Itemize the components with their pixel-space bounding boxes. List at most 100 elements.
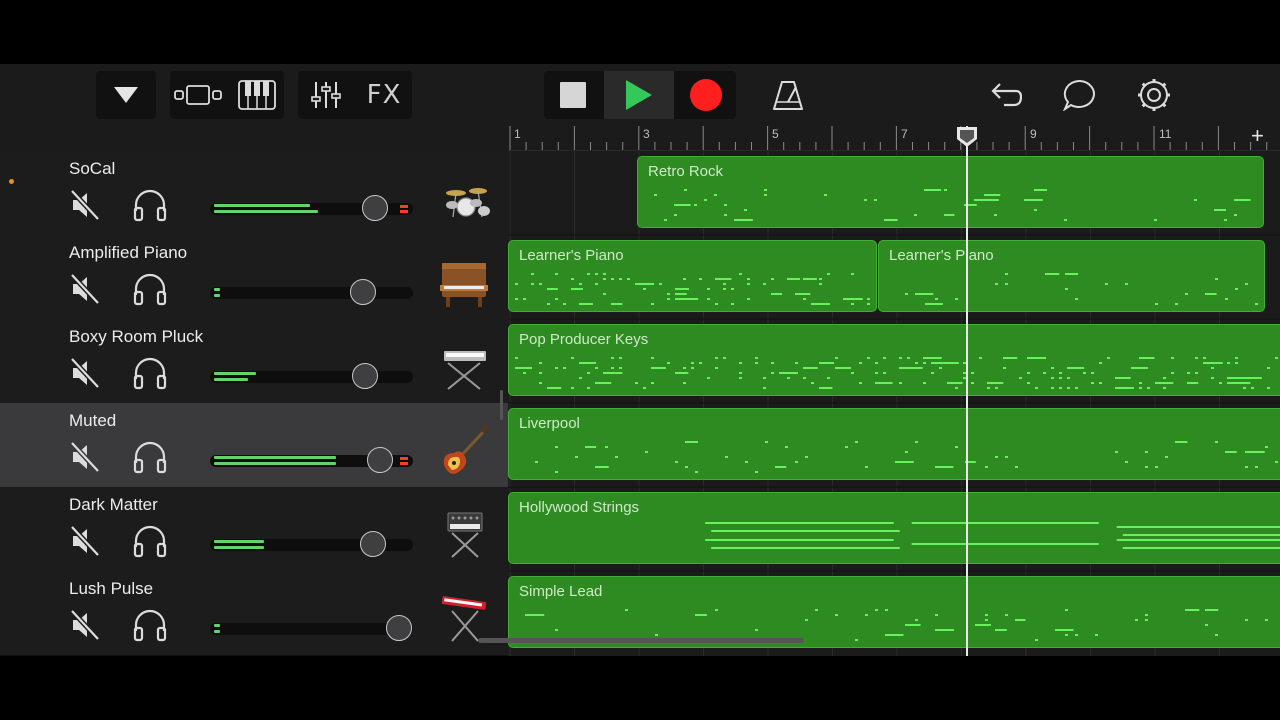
midi-note: [1035, 639, 1038, 641]
solo-button[interactable]: [132, 523, 168, 559]
midi-note: [675, 293, 687, 295]
midi-note: [955, 362, 958, 364]
track-header-lush-pulse[interactable]: Lush Pulse: [0, 571, 508, 656]
tracks-view-button[interactable]: [170, 71, 226, 119]
midi-note: [547, 303, 550, 305]
midi-note: [1165, 456, 1168, 458]
region-hollywood-strings[interactable]: Hollywood Strings: [508, 492, 1280, 564]
midi-note: [803, 367, 818, 369]
volume-knob[interactable]: [360, 531, 386, 557]
solo-button[interactable]: [132, 355, 168, 391]
midi-note: [1245, 283, 1248, 285]
timeline-ruler[interactable]: 1 3 5 7 9 11 +: [508, 123, 1280, 151]
midi-note: [1065, 609, 1068, 611]
midi-note: [539, 382, 542, 384]
horizontal-scroll-indicator[interactable]: [478, 638, 804, 643]
midi-note: [539, 372, 542, 374]
track-menu-button[interactable]: [96, 71, 156, 119]
loop-browser-button[interactable]: [1052, 71, 1108, 119]
mute-button[interactable]: [68, 355, 104, 391]
playhead-handle[interactable]: [955, 126, 979, 148]
track-header-muted[interactable]: Muted: [0, 403, 508, 488]
vertical-scroll-indicator[interactable]: [500, 390, 503, 420]
track-header-dark-matter[interactable]: Dark Matter: [0, 487, 508, 572]
region-pop-producer-keys[interactable]: Pop Producer Keys: [508, 324, 1280, 396]
undo-button[interactable]: [978, 71, 1034, 119]
midi-note: [1275, 461, 1278, 463]
volume-slider[interactable]: [210, 363, 413, 389]
mute-button[interactable]: [68, 439, 104, 475]
volume-slider[interactable]: [210, 447, 413, 473]
volume-knob[interactable]: [352, 363, 378, 389]
solo-button[interactable]: [132, 607, 168, 643]
midi-note: [1015, 619, 1026, 621]
midi-note: [739, 377, 742, 379]
volume-slider[interactable]: [210, 531, 413, 557]
midi-note: [865, 466, 868, 468]
settings-button[interactable]: [1126, 71, 1182, 119]
midi-note: [1187, 382, 1199, 384]
solo-button[interactable]: [132, 439, 168, 475]
midi-note: [707, 288, 710, 290]
midi-note: [571, 357, 574, 359]
headphones-icon: [133, 189, 167, 222]
midi-note: [907, 357, 910, 359]
midi-note: [947, 382, 963, 384]
region-liverpool[interactable]: Liverpool: [508, 408, 1280, 480]
region-notes: [535, 441, 1278, 473]
region-retro-rock[interactable]: Retro Rock: [637, 156, 1264, 228]
midi-note: [747, 283, 750, 285]
mute-button[interactable]: [68, 523, 104, 559]
region-learners-piano[interactable]: Learner's Piano: [508, 240, 877, 312]
tracks-area[interactable]: Retro Rock Learner's Piano Learner's Pia…: [508, 151, 1280, 656]
keyboard-view-button[interactable]: [230, 71, 284, 119]
solo-button[interactable]: [132, 271, 168, 307]
midi-note: [1211, 367, 1214, 369]
metronome-button[interactable]: [760, 71, 816, 119]
midi-note: [747, 278, 750, 280]
solo-button[interactable]: [132, 187, 168, 223]
record-button[interactable]: [676, 71, 736, 119]
play-button[interactable]: [604, 71, 674, 119]
midi-note: [1145, 466, 1148, 468]
volume-knob[interactable]: [367, 447, 393, 473]
midi-note: [715, 357, 718, 359]
midi-note: [515, 298, 518, 300]
region-learners-piano-2[interactable]: Learner's Piano: [878, 240, 1265, 312]
mute-button[interactable]: [68, 607, 104, 643]
activity-dot: [9, 179, 14, 184]
volume-knob[interactable]: [350, 279, 376, 305]
track-header-boxy-room-pluck[interactable]: Boxy Room Pluck: [0, 319, 508, 404]
mute-button[interactable]: [68, 187, 104, 223]
midi-note: [1059, 372, 1062, 374]
midi-note: [1243, 387, 1246, 389]
midi-note: [1245, 451, 1265, 453]
volume-knob[interactable]: [362, 195, 388, 221]
midi-note: [899, 357, 902, 359]
midi-note: [915, 441, 918, 443]
midi-note: [1139, 382, 1142, 384]
fx-button[interactable]: FX: [356, 71, 412, 119]
mute-button[interactable]: [68, 271, 104, 307]
midi-note: [764, 194, 767, 196]
midi-note: [651, 367, 666, 369]
midi-note: [1265, 619, 1268, 621]
volume-slider[interactable]: [210, 195, 413, 221]
add-section-button[interactable]: +: [1251, 123, 1264, 149]
midi-note: [603, 293, 606, 295]
mixer-button[interactable]: [298, 71, 354, 119]
track-header-socal[interactable]: SoCal: [0, 151, 508, 236]
midi-note: [571, 278, 574, 280]
volume-knob[interactable]: [386, 615, 412, 641]
volume-slider[interactable]: [210, 279, 413, 305]
stop-button[interactable]: [544, 71, 602, 119]
midi-note: [1051, 387, 1054, 389]
midi-note: [1234, 214, 1237, 216]
midi-note: [655, 634, 658, 636]
midi-note: [723, 288, 726, 290]
volume-slider[interactable]: [210, 615, 413, 641]
track-header-amplified-piano[interactable]: Amplified Piano: [0, 235, 508, 320]
midi-note: [1185, 609, 1200, 611]
midi-note: [1122, 534, 1280, 536]
midi-note: [811, 382, 814, 384]
